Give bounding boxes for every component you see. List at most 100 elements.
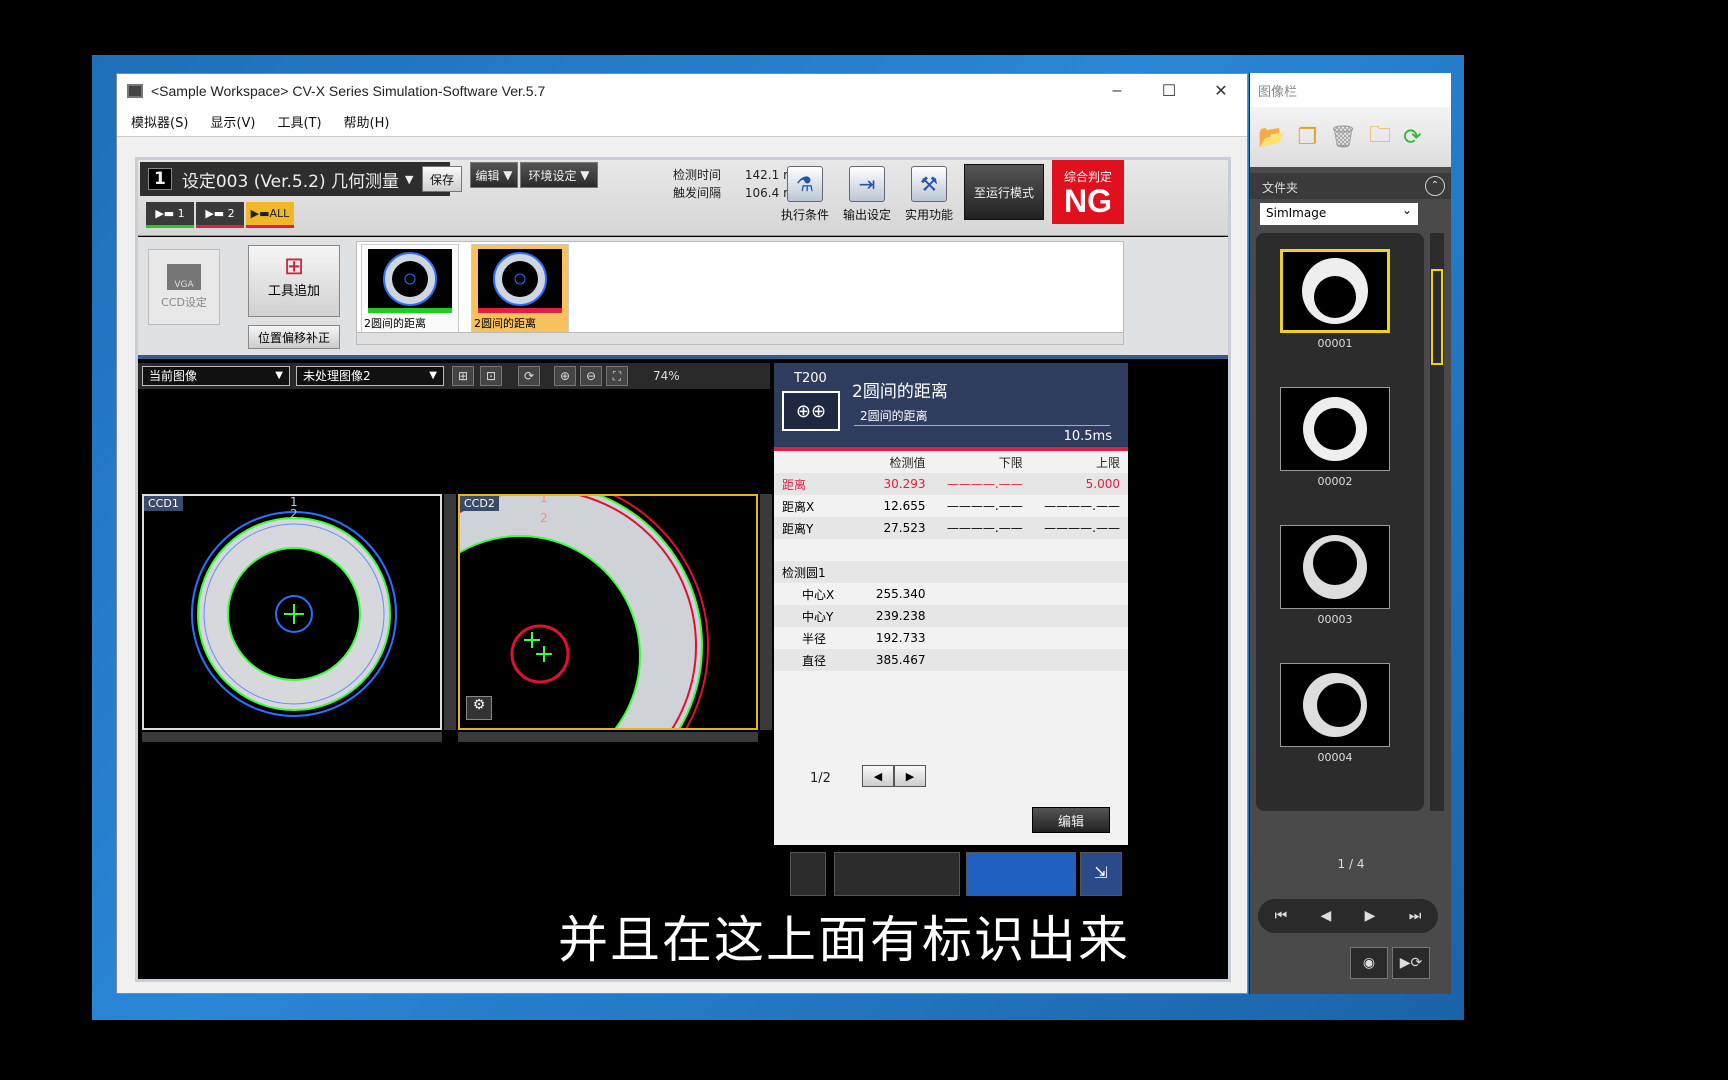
ring-inner <box>1317 683 1361 727</box>
scroll-thumb[interactable] <box>1431 269 1443 365</box>
table-row[interactable]: 中心X 255.340 <box>774 583 1128 605</box>
preview-icon[interactable]: ◉ <box>1350 947 1388 979</box>
save-button[interactable]: 保存 <box>422 166 462 192</box>
ccd1-horizontal-scrollbar[interactable] <box>142 732 442 742</box>
bottom-button-3[interactable] <box>966 852 1076 896</box>
detail-name: 中心X <box>802 587 835 602</box>
image-navigation: ⏮ ◀ ▶ ⏭ <box>1258 899 1438 933</box>
ccd1-image-pane[interactable]: CCD1 1 2 <box>142 494 442 730</box>
empty-cell <box>933 583 1030 605</box>
maximize-icon[interactable]: ☐ <box>1143 81 1195 101</box>
zoom-level: 74% <box>653 369 680 383</box>
ccd2-horizontal-scrollbar[interactable] <box>458 732 758 742</box>
last-image-icon[interactable]: ⏭ <box>1409 908 1422 924</box>
zoom-in-icon[interactable]: ⊕ <box>554 366 576 386</box>
tool-thumbnail <box>368 249 452 313</box>
minimize-icon[interactable]: – <box>1091 82 1143 100</box>
ring-thumbnail-icon <box>383 252 437 306</box>
gear-icon[interactable]: ⚙ <box>466 696 492 720</box>
row-low: ————.—— <box>933 473 1031 495</box>
roi-icon[interactable]: ⊞ <box>452 366 474 386</box>
first-image-icon[interactable]: ⏮ <box>1275 908 1288 924</box>
bottom-button-2[interactable] <box>834 852 960 896</box>
video-subtitle: 并且在这上面有标识出来 <box>558 911 1130 969</box>
export-icon[interactable]: ⇲ <box>1080 852 1122 896</box>
tab-camera-1[interactable]: ▶▬ 1 <box>146 202 194 228</box>
run-loop-icon[interactable]: ▶⟳ <box>1392 947 1430 979</box>
image-thumbnail[interactable] <box>1280 387 1390 471</box>
env-settings-dropdown[interactable]: 环境设定 ▼ <box>520 162 598 188</box>
tool-card[interactable]: 2圆间的距离 <box>471 244 569 340</box>
ccd2-vertical-scrollbar[interactable] <box>760 494 772 730</box>
add-tool-button[interactable]: ⊞ 工具追加 <box>248 245 340 317</box>
result-table: 检测值 下限 上限 距离 30.293 ————.—— 5.000 距离X 12… <box>774 451 1128 671</box>
refresh-icon[interactable]: ⟳ <box>1403 125 1421 150</box>
close-icon[interactable]: ✕ <box>1195 81 1247 101</box>
table-row[interactable]: 距离X 12.655 ————.—— ————.—— <box>774 495 1128 517</box>
folder-icon[interactable]: 🗀 <box>1369 118 1391 156</box>
thumbnail-scrollbar[interactable] <box>1430 233 1444 811</box>
table-row[interactable]: 半径 192.733 <box>774 627 1128 649</box>
detail-name: 半径 <box>802 631 827 646</box>
fit-icon[interactable]: ⛶ <box>606 366 628 386</box>
result-page: 1/2 <box>810 771 831 786</box>
ccd2-image-pane[interactable]: CCD2 1 2 ⚙ <box>458 494 758 730</box>
menu-view[interactable]: 显示(V) <box>210 112 255 131</box>
detail-value: 239.238 <box>864 605 934 627</box>
menu-simulator[interactable]: 模拟器(S) <box>131 112 188 131</box>
ccd-settings-label: CCD设定 <box>161 296 207 309</box>
menu-tools[interactable]: 工具(T) <box>277 112 321 131</box>
bottom-button-1[interactable] <box>790 852 826 896</box>
thumbnail-label: 00001 <box>1317 337 1353 350</box>
ccd1-vertical-scrollbar[interactable] <box>444 494 456 730</box>
tool-list-scrollbar[interactable] <box>357 332 1123 344</box>
prev-image-icon[interactable]: ◀ <box>1321 908 1332 924</box>
table-row[interactable]: 中心Y 239.238 <box>774 605 1128 627</box>
utility-button[interactable]: ⚒ 实用功能 <box>898 164 960 230</box>
tab-camera-all[interactable]: ▶▬ ALL <box>246 202 294 228</box>
tool-name: 2圆间的距离 <box>852 382 948 402</box>
add-tool-icon: ⊞ <box>283 252 305 280</box>
refresh-icon[interactable]: ⟳ <box>518 366 540 386</box>
ccd-settings-button[interactable]: VGA CCD设定 <box>148 249 220 325</box>
ccd2-label: CCD2 <box>460 496 499 511</box>
prev-page-icon[interactable]: ◀ <box>862 765 894 787</box>
lock-icon[interactable]: ⊡ <box>480 366 502 386</box>
table-row[interactable]: 距离 30.293 ————.—— 5.000 <box>774 473 1128 495</box>
result-edit-button[interactable]: 编辑 <box>1032 807 1110 833</box>
table-row[interactable]: 距离Y 27.523 ————.—— ————.—— <box>774 517 1128 539</box>
source-select[interactable]: 未处理图像2 <box>296 366 444 386</box>
folder-select[interactable]: SimImage <box>1260 203 1418 225</box>
tool-id: T200 <box>794 371 827 386</box>
image-thumbnail[interactable] <box>1280 249 1390 333</box>
image-thumbnail[interactable] <box>1280 663 1390 747</box>
setting-selector[interactable]: 1 设定003 (Ver.5.2) 几何测量 ▼ <box>140 162 450 196</box>
detail-value: 192.733 <box>875 631 926 645</box>
ring-inner <box>1314 408 1356 450</box>
row-name: 距离Y <box>774 517 864 539</box>
view-select[interactable]: 当前图像 <box>142 366 290 386</box>
position-correction-button[interactable]: 位置偏移补正 <box>248 325 340 349</box>
row-name: 距离X <box>782 499 815 514</box>
next-image-icon[interactable]: ▶ <box>1365 908 1376 924</box>
empty-cell <box>933 605 1031 627</box>
tab-camera-2[interactable]: ▶▬ 2 <box>196 202 244 228</box>
trash-icon[interactable]: 🗑 <box>1329 125 1357 150</box>
copy-icon[interactable]: ❐ <box>1297 125 1317 150</box>
camera-icon: ▶▬ <box>250 207 270 220</box>
table-row[interactable]: 直径 385.467 <box>774 649 1128 671</box>
menu-help[interactable]: 帮助(H) <box>344 112 390 131</box>
output-settings-button[interactable]: ⇥ 输出设定 <box>836 164 898 230</box>
camera-icon: ▶▬ <box>205 207 228 220</box>
next-page-icon[interactable]: ▶ <box>894 765 926 787</box>
run-mode-button[interactable]: 至运行模式 <box>964 164 1044 220</box>
image-thumbnail[interactable] <box>1280 525 1390 609</box>
zoom-out-icon[interactable]: ⊖ <box>580 366 602 386</box>
collapse-icon[interactable]: ⌃ <box>1425 176 1445 196</box>
tool-card[interactable]: 2圆间的距离 <box>361 244 459 340</box>
edit-dropdown[interactable]: 编辑 ▼ <box>470 162 518 188</box>
open-folder-icon[interactable]: 📂 <box>1258 125 1285 150</box>
exec-condition-button[interactable]: ⚗ 执行条件 <box>774 164 836 230</box>
env-label: 环境设定 <box>528 168 577 183</box>
camera-icon: ▶▬ <box>155 207 178 220</box>
